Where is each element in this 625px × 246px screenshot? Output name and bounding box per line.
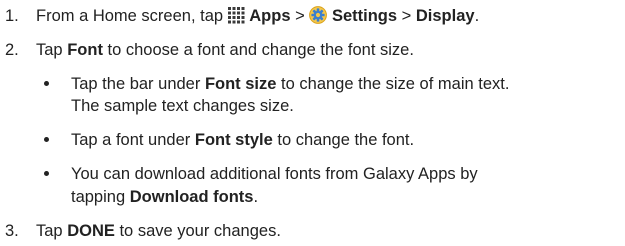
bullet-3-end: . — [253, 188, 259, 206]
bullet-1-prefix: Tap the bar under — [71, 75, 201, 93]
bullet-1-dot — [44, 81, 49, 86]
bullet-1-suffix: to change the size of main text. — [281, 75, 510, 93]
step-3-prefix: Tap — [36, 222, 63, 240]
bullet-2-suffix: to change the font. — [277, 131, 415, 149]
bullet-3-line-2-prefix: tapping — [71, 188, 126, 206]
step-1-number: 1. — [5, 7, 19, 25]
step-1-text: From a Home screen, tap Apps > Settings … — [36, 6, 479, 26]
bullet-2-text: Tap a font under Font style to change th… — [71, 130, 414, 150]
settings-gear-icon — [309, 6, 328, 24]
step-2-number: 2. — [5, 41, 19, 59]
step-3-number: 3. — [5, 222, 19, 240]
step-2-text: Tap Font to choose a font and change the… — [36, 40, 414, 60]
separator-1: > — [295, 7, 305, 25]
font-style-label: Font style — [194, 131, 273, 149]
step-1-end: . — [474, 7, 480, 25]
separator-2: > — [401, 7, 412, 25]
apps-grid-icon — [227, 7, 245, 24]
bullet-1-line-2: The sample text changes size. — [71, 97, 294, 115]
bullet-2-dot — [44, 137, 49, 142]
step-1-prefix: From a Home screen, tap — [36, 7, 224, 25]
bullet-3-line-1: You can download additional fonts from G… — [71, 165, 478, 183]
font-label: Font — [67, 41, 103, 59]
apps-label: Apps — [249, 7, 291, 25]
display-label: Display — [415, 7, 475, 25]
done-label: DONE — [67, 222, 115, 240]
step-2-prefix: Tap — [36, 41, 63, 59]
download-fonts-label: Download fonts — [129, 188, 254, 206]
bullet-1-line-1: Tap the bar under Font size to change th… — [71, 74, 509, 94]
bullet-3-line-2: tapping Download fonts. — [71, 187, 258, 207]
step-3-text: Tap DONE to save your changes. — [36, 221, 281, 241]
font-size-label: Font size — [204, 75, 277, 93]
step-3-suffix: to save your changes. — [119, 222, 281, 240]
settings-label: Settings — [331, 7, 398, 25]
bullet-3-dot — [44, 171, 49, 176]
bullet-2-prefix: Tap a font under — [71, 131, 191, 149]
step-2-suffix: to choose a font and change the font siz… — [107, 41, 414, 59]
